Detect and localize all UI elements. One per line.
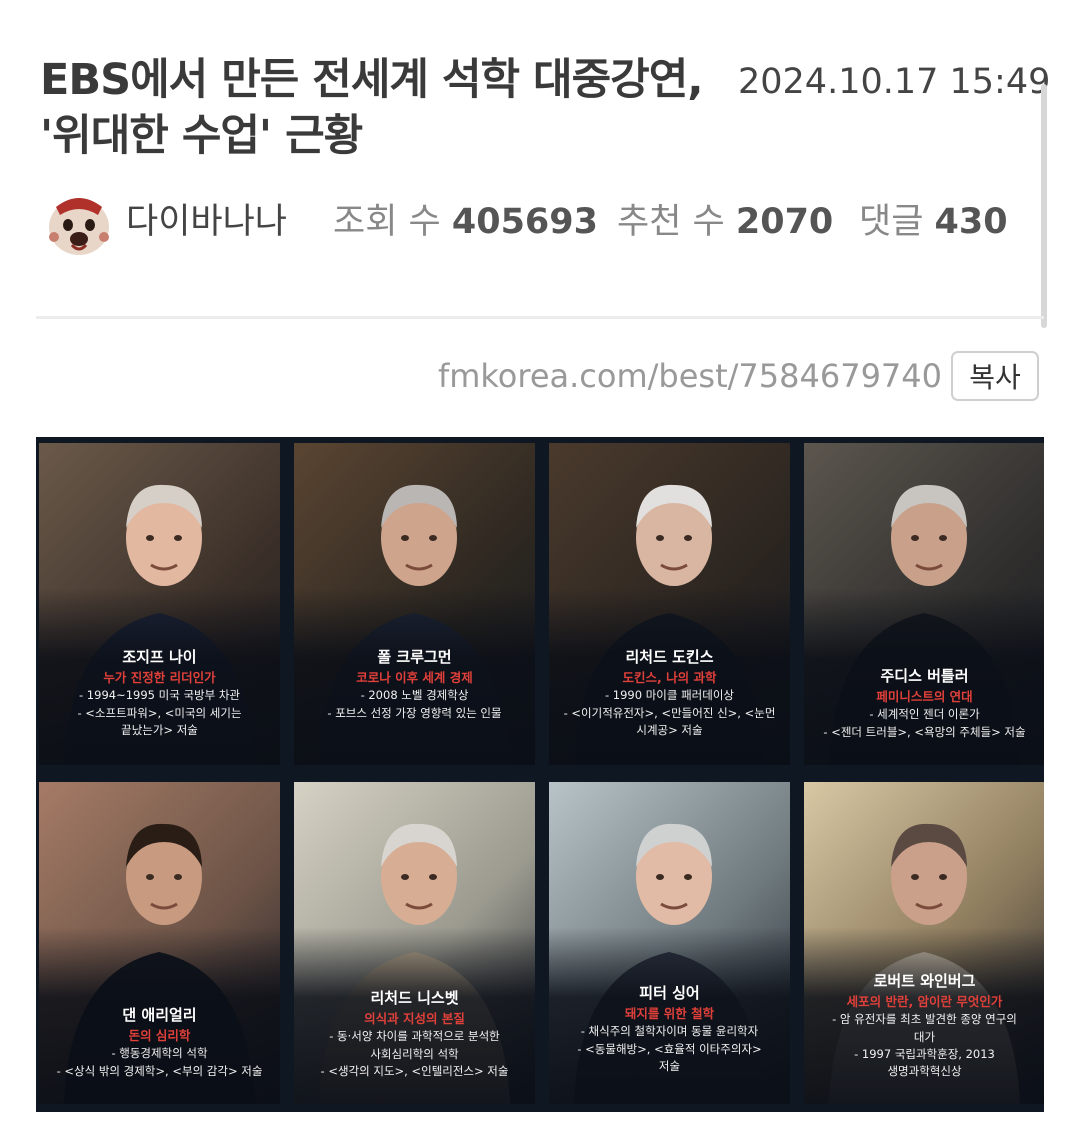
- lecturer-card: 폴 크루그먼 코로나 이후 세계 경제 - 2008 노벨 경제학상 - 포브스 …: [294, 443, 535, 765]
- lecturer-bio-line: - <젠더 트러블>, <욕망의 주체들> 저술: [823, 724, 1026, 739]
- lecturer-bio-line: - 채식주의 철학자이며 동물 윤리학자: [580, 1024, 759, 1039]
- lecturer-bio-line: - 암 유전자를 최초 발견한 종양 연구의: [832, 1012, 1017, 1027]
- lecturer-bio-line: - 1994~1995 미국 국방부 차관: [79, 688, 240, 703]
- lecturer-name: 리처드 도킨스: [625, 648, 714, 666]
- lecturer-caption: 로버트 와인버그 세포의 반란, 암이란 무엇인가 - 암 유전자를 최초 발견…: [804, 970, 1044, 1080]
- recommend-value: 2070: [735, 202, 834, 242]
- header-divider: [36, 316, 1044, 319]
- lecturer-name: 댄 애리얼리: [122, 1006, 197, 1024]
- recommend-label: 추천 수: [617, 202, 725, 242]
- lecture-subtitle: 돈의 심리학: [128, 1027, 191, 1043]
- lecture-poster-image: 조지프 나이 누가 진정한 리더인가 - 1994~1995 미국 국방부 차관…: [36, 437, 1044, 1112]
- lecture-subtitle: 페미니스트의 연대: [876, 688, 973, 704]
- lecture-subtitle: 세포의 반란, 암이란 무엇인가: [846, 993, 1003, 1009]
- lecturer-caption: 피터 싱어 돼지를 위한 철학 - 채식주의 철학자이며 동물 윤리학자 - <동…: [549, 982, 790, 1075]
- views-label: 조회 수: [333, 202, 441, 242]
- lecturer-name: 로버트 와인버그: [873, 972, 976, 990]
- comments-value: 430: [934, 202, 1008, 242]
- lecturer-name: 폴 크루그먼: [377, 648, 452, 666]
- lecturer-bio-line: - 1990 마이클 패러데이상: [604, 688, 735, 703]
- lecturer-name: 리처드 니스벳: [370, 989, 459, 1007]
- post-title: EBS에서 만든 전세계 석학 대중강연, '위대한 수업' 근황: [40, 55, 704, 161]
- lecturer-caption: 주디스 버틀러 페미니스트의 연대 - 세계적인 젠더 이론가 - <젠더 트러블…: [804, 665, 1044, 741]
- lecturer-bio-line: 시계공> 저술: [636, 722, 703, 737]
- lecturer-bio-line: 끝났는가> 저술: [121, 722, 198, 737]
- lecturer-card: 조지프 나이 누가 진정한 리더인가 - 1994~1995 미국 국방부 차관…: [39, 443, 280, 765]
- lecturer-bio-line: - <소프트파워>, <미국의 세기는: [77, 705, 242, 720]
- lecture-subtitle: 도킨스, 나의 과학: [622, 669, 717, 685]
- lecturer-name: 주디스 버틀러: [880, 667, 969, 685]
- lecturer-bio-line: - 행동경제학의 석학: [111, 1046, 208, 1061]
- lecture-subtitle: 의식과 지성의 본질: [364, 1010, 465, 1026]
- lecturer-bio-line: - <생각의 지도>, <인텔리전스> 저술: [320, 1063, 509, 1078]
- comments-label: 댓글: [859, 202, 924, 242]
- lecturer-card: 댄 애리얼리 돈의 심리학 - 행동경제학의 석학 - <상식 밖의 경제학>, …: [39, 782, 280, 1104]
- lecturer-caption: 폴 크루그먼 코로나 이후 세계 경제 - 2008 노벨 경제학상 - 포브스 …: [294, 646, 535, 722]
- recommend-count: 추천 수 2070: [617, 194, 833, 250]
- lecturer-name: 피터 싱어: [639, 984, 700, 1002]
- copy-url-button[interactable]: 복사: [951, 351, 1039, 401]
- post-url[interactable]: fmkorea.com/best/7584679740: [438, 357, 942, 395]
- lecturer-card: 리처드 도킨스 도킨스, 나의 과학 - 1990 마이클 패러데이상 - <이기…: [549, 443, 790, 765]
- lecture-subtitle: 돼지를 위한 철학: [624, 1005, 715, 1021]
- lecturer-card: 피터 싱어 돼지를 위한 철학 - 채식주의 철학자이며 동물 윤리학자 - <동…: [549, 782, 790, 1104]
- lecturer-bio-line: - <이기적유전자>, <만들어진 신>, <눈먼: [563, 705, 776, 720]
- comment-count[interactable]: 댓글 430: [859, 194, 1008, 250]
- lecturer-caption: 리처드 니스벳 의식과 지성의 본질 - 동·서양 차이를 과학적으로 분석한사…: [294, 987, 535, 1080]
- lecturer-card: 로버트 와인버그 세포의 반란, 암이란 무엇인가 - 암 유전자를 최초 발견…: [804, 782, 1044, 1104]
- lecture-subtitle: 누가 진정한 리더인가: [103, 669, 216, 685]
- lecturer-bio-line: 사회심리학의 석학: [370, 1046, 459, 1061]
- views-value: 405693: [451, 202, 598, 242]
- lecturer-name: 조지프 나이: [122, 648, 197, 666]
- lecturer-bio-line: 저술: [658, 1058, 681, 1073]
- lecturer-bio-line: - 포브스 선정 가장 영향력 있는 인물: [327, 705, 502, 720]
- lecturer-caption: 조지프 나이 누가 진정한 리더인가 - 1994~1995 미국 국방부 차관…: [39, 646, 280, 739]
- lecturer-caption: 댄 애리얼리 돈의 심리학 - 행동경제학의 석학 - <상식 밖의 경제학>, …: [39, 1004, 280, 1080]
- lecturer-bio-line: - 2008 노벨 경제학상: [360, 688, 469, 703]
- scrollbar[interactable]: [1041, 84, 1047, 328]
- lecturer-caption: 리처드 도킨스 도킨스, 나의 과학 - 1990 마이클 패러데이상 - <이기…: [549, 646, 790, 739]
- author-name[interactable]: 다이바나나: [126, 194, 287, 250]
- author-avatar[interactable]: [42, 187, 116, 261]
- lecturer-card: 리처드 니스벳 의식과 지성의 본질 - 동·서양 차이를 과학적으로 분석한사…: [294, 782, 535, 1104]
- lecturer-card: 주디스 버틀러 페미니스트의 연대 - 세계적인 젠더 이론가 - <젠더 트러블…: [804, 443, 1044, 765]
- lecturer-bio-line: - 세계적인 젠더 이론가: [869, 707, 980, 722]
- lecturer-bio-line: - <동물해방>, <효율적 이타주의자>: [577, 1041, 762, 1056]
- lecturer-bio-line: 대가: [913, 1029, 936, 1044]
- lecture-subtitle: 코로나 이후 세계 경제: [356, 669, 473, 685]
- lecturer-bio-line: - 1997 국립과학훈장, 2013: [854, 1046, 995, 1061]
- post-date: 2024.10.17 15:49: [738, 62, 1051, 102]
- lecturer-bio-line: 생명과학혁신상: [887, 1064, 962, 1078]
- lecturer-bio-line: - 동·서양 차이를 과학적으로 분석한: [329, 1029, 500, 1044]
- avatar-icon: [42, 187, 116, 261]
- views-count: 조회 수 405693: [333, 194, 598, 250]
- lecturer-bio-line: - <상식 밖의 경제학>, <부의 감각> 저술: [56, 1063, 263, 1078]
